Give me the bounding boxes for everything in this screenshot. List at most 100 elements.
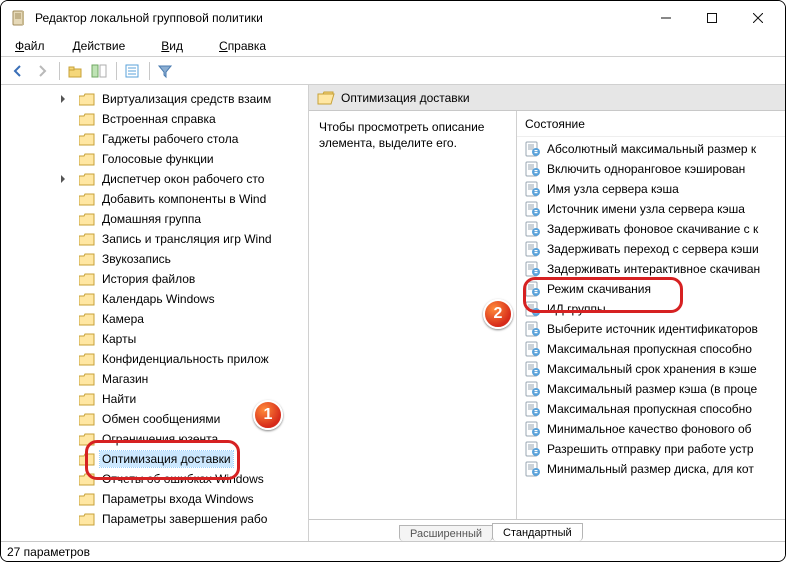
up-button[interactable] xyxy=(64,60,86,82)
tree-item[interactable]: Ограничения юзента xyxy=(1,429,308,449)
tree-item-label: Встроенная справка xyxy=(100,111,218,127)
tree-item[interactable]: Звукозапись xyxy=(1,249,308,269)
menu-action[interactable]: Действие xyxy=(57,37,142,55)
tree-item[interactable]: Обмен сообщениями xyxy=(1,409,308,429)
list-item-label: Задерживать фоновое скачивание с к xyxy=(547,222,758,236)
tree-item-label: Диспетчер окон рабочего сто xyxy=(100,171,266,187)
list-item[interactable]: Включить одноранговое кэширован xyxy=(517,159,785,179)
filter-button[interactable] xyxy=(154,60,176,82)
policy-icon xyxy=(525,241,541,257)
policy-icon xyxy=(525,441,541,457)
folder-icon xyxy=(79,173,95,186)
list-item-label: Минимальный размер диска, для кот xyxy=(547,462,754,476)
tree-item[interactable]: Камера xyxy=(1,309,308,329)
policy-icon xyxy=(525,141,541,157)
forward-button[interactable] xyxy=(31,60,53,82)
tree-item[interactable]: Найти xyxy=(1,389,308,409)
tree-item[interactable]: Календарь Windows xyxy=(1,289,308,309)
list-item-label: Абсолютный максимальный размер к xyxy=(547,142,756,156)
policy-icon xyxy=(525,181,541,197)
close-button[interactable] xyxy=(735,1,781,35)
tree-item[interactable]: Гаджеты рабочего стола xyxy=(1,129,308,149)
tree-item-label: История файлов xyxy=(100,271,197,287)
folder-icon xyxy=(79,253,95,266)
tree-item-label: Голосовые функции xyxy=(100,151,216,167)
folder-icon xyxy=(79,93,95,106)
tree-item-label: Гаджеты рабочего стола xyxy=(100,131,240,147)
list-item[interactable]: Режим скачивания xyxy=(517,279,785,299)
menu-view[interactable]: Вид xyxy=(145,37,199,55)
tree-item[interactable]: Карты xyxy=(1,329,308,349)
folder-icon xyxy=(79,273,95,286)
tree-pane[interactable]: Виртуализация средств взаим Встроенная сп… xyxy=(1,85,309,541)
list-item[interactable]: Максимальная пропускная способно xyxy=(517,339,785,359)
list-item[interactable]: Задерживать переход с сервера кэши xyxy=(517,239,785,259)
menu-help[interactable]: Справка xyxy=(203,37,282,55)
list-item-label: Максимальная пропускная способно xyxy=(547,402,752,416)
column-header-state[interactable]: Состояние xyxy=(517,111,785,137)
tree-item[interactable]: Магазин xyxy=(1,369,308,389)
app-icon xyxy=(11,10,27,26)
list-item[interactable]: Максимальный размер кэша (в проце xyxy=(517,379,785,399)
tree-item-label: Карты xyxy=(100,331,138,347)
list-item[interactable]: Максимальный срок хранения в кэше xyxy=(517,359,785,379)
tree-item[interactable]: Оптимизация доставки xyxy=(1,449,308,469)
list-item[interactable]: Абсолютный максимальный размер к xyxy=(517,139,785,159)
list-item[interactable]: Разрешить отправку при работе устр xyxy=(517,439,785,459)
tab-extended[interactable]: Расширенный xyxy=(399,525,493,541)
show-tree-button[interactable] xyxy=(88,60,110,82)
folder-icon xyxy=(79,493,95,506)
tree-item[interactable]: Домашняя группа xyxy=(1,209,308,229)
list-item-label: Выберите источник идентификаторов xyxy=(547,322,758,336)
list-item[interactable]: Выберите источник идентификаторов xyxy=(517,319,785,339)
policy-icon xyxy=(525,461,541,477)
folder-icon xyxy=(79,213,95,226)
minimize-button[interactable] xyxy=(643,1,689,35)
menu-file[interactable]: Файл xyxy=(7,37,53,55)
list-item[interactable]: Задерживать интерактивное скачиван xyxy=(517,259,785,279)
policy-icon xyxy=(525,221,541,237)
tree-item-label: Добавить компоненты в Wind xyxy=(100,191,268,207)
properties-button[interactable] xyxy=(121,60,143,82)
window-title: Редактор локальной групповой политики xyxy=(35,11,263,25)
tab-standard[interactable]: Стандартный xyxy=(492,523,583,541)
list-item[interactable]: Максимальная пропускная способно xyxy=(517,399,785,419)
list-item[interactable]: Минимальный размер диска, для кот xyxy=(517,459,785,479)
list-item-label: Задерживать интерактивное скачиван xyxy=(547,262,760,276)
tree-item[interactable]: Отчеты об ошибках Windows xyxy=(1,469,308,489)
list-item[interactable]: Задерживать фоновое скачивание с к xyxy=(517,219,785,239)
tree-item-label: Ограничения юзента xyxy=(100,431,220,447)
toolbar xyxy=(1,57,785,85)
policy-icon xyxy=(525,301,541,317)
back-button[interactable] xyxy=(7,60,29,82)
folder-icon xyxy=(79,293,95,306)
folder-icon xyxy=(79,193,95,206)
tree-item[interactable]: Голосовые функции xyxy=(1,149,308,169)
tree-item[interactable]: Встроенная справка xyxy=(1,109,308,129)
tree-item[interactable]: Параметры завершения рабо xyxy=(1,509,308,529)
policy-icon xyxy=(525,261,541,277)
status-text: 27 параметров xyxy=(7,545,90,559)
folder-icon xyxy=(79,353,95,366)
tree-item[interactable]: Запись и трансляция игр Wind xyxy=(1,229,308,249)
policy-icon xyxy=(525,401,541,417)
tree-item[interactable]: Диспетчер окон рабочего сто xyxy=(1,169,308,189)
policy-icon xyxy=(525,421,541,437)
folder-icon xyxy=(79,153,95,166)
folder-icon xyxy=(79,233,95,246)
policy-list[interactable]: Абсолютный максимальный размер к Включить… xyxy=(517,137,785,481)
list-item[interactable]: Минимальное качество фонового об xyxy=(517,419,785,439)
tree-item[interactable]: Виртуализация средств взаим xyxy=(1,89,308,109)
folder-icon xyxy=(79,373,95,386)
tree-item[interactable]: Конфиденциальность прилож xyxy=(1,349,308,369)
tree-item[interactable]: Добавить компоненты в Wind xyxy=(1,189,308,209)
list-item-label: Максимальный размер кэша (в проце xyxy=(547,382,757,396)
list-item[interactable]: Источник имени узла сервера кэша xyxy=(517,199,785,219)
maximize-button[interactable] xyxy=(689,1,735,35)
policy-icon xyxy=(525,281,541,297)
list-item[interactable]: ИД группы xyxy=(517,299,785,319)
list-item[interactable]: Имя узла сервера кэша xyxy=(517,179,785,199)
tree-item[interactable]: Параметры входа Windows xyxy=(1,489,308,509)
list-item-label: Задерживать переход с сервера кэши xyxy=(547,242,759,256)
tree-item[interactable]: История файлов xyxy=(1,269,308,289)
